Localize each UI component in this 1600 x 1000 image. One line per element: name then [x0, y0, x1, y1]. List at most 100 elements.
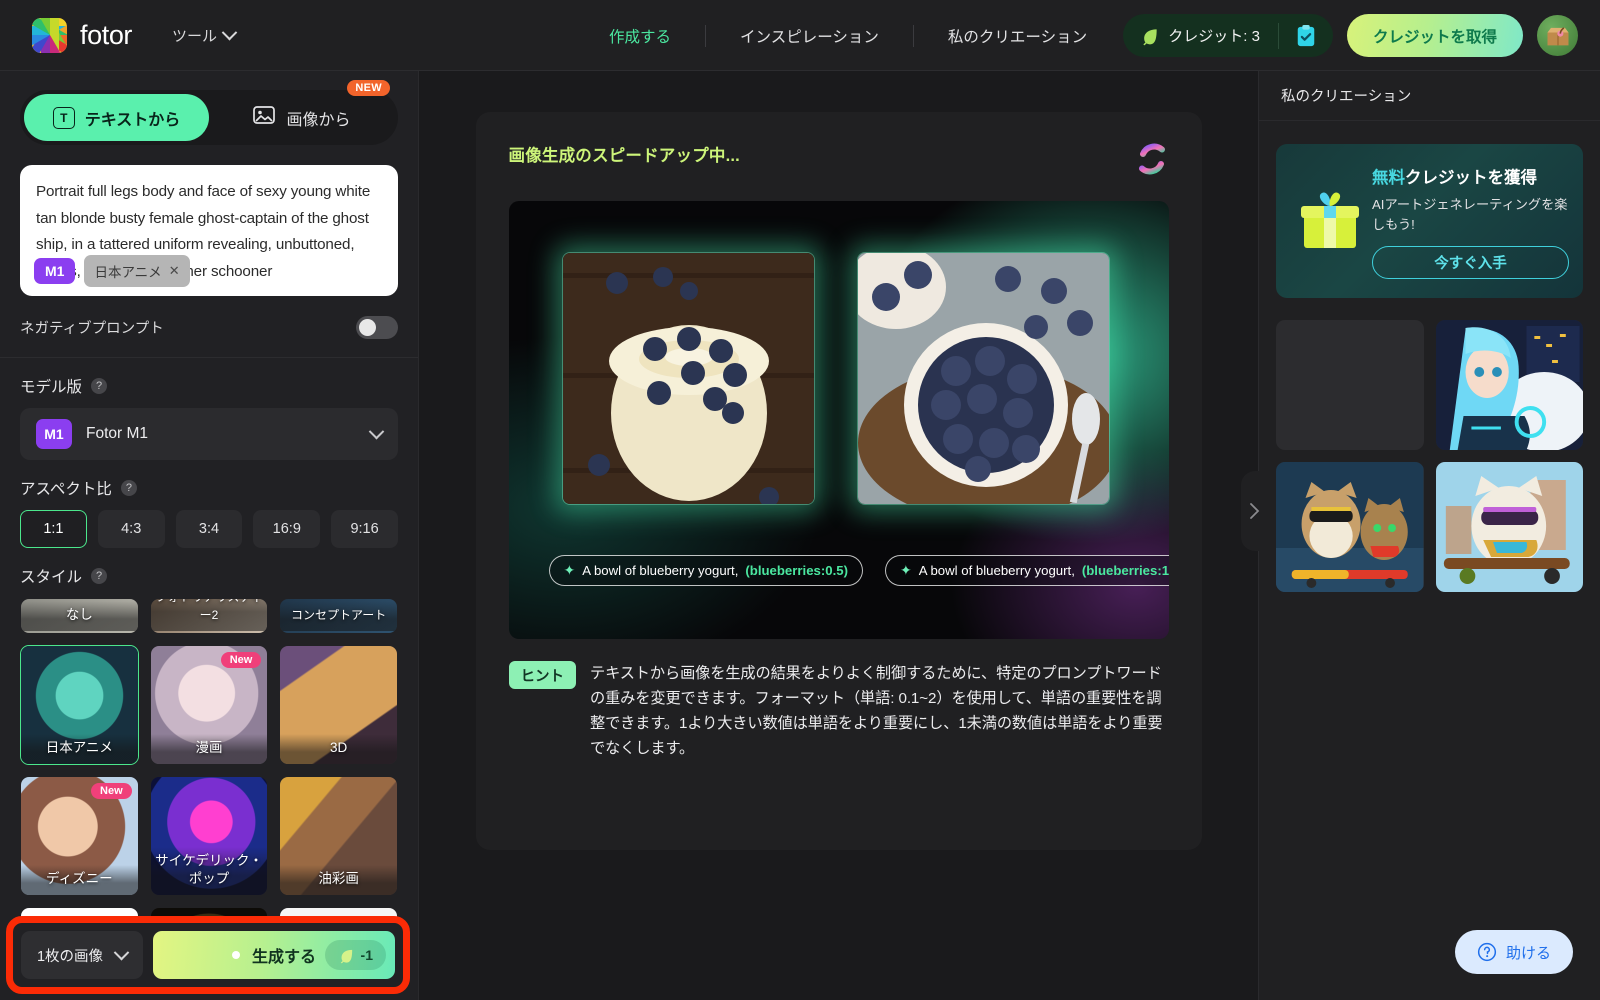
- negative-prompt-toggle[interactable]: [356, 315, 398, 339]
- tab-text-to-image[interactable]: T テキストから: [24, 94, 209, 141]
- header-right-actions: クレジット: 3 クレジットを取得: [1123, 0, 1578, 71]
- aspect-ratio-options: 1:1 4:3 3:4 16:9 9:16: [20, 510, 398, 548]
- free-credits-subtitle: AIアートジェネレーティングを楽しもう!: [1372, 196, 1568, 232]
- tools-menu-label: ツール: [172, 27, 218, 45]
- primary-nav: 作成する インスピレーション 私のクリエーション: [575, 0, 1121, 71]
- negative-prompt-row: ネガティブプロンプト: [20, 310, 398, 344]
- style-card-japanese-anime[interactable]: 日本アニメ: [20, 645, 139, 765]
- style-section-label: スタイル ?: [20, 565, 418, 587]
- collapse-panel-button[interactable]: [1241, 471, 1267, 551]
- style-card-oil-painting[interactable]: 油彩画: [279, 776, 398, 896]
- chevron-right-icon: [1249, 503, 1259, 519]
- chip-style[interactable]: 日本アニメ ✕: [84, 255, 190, 287]
- text-icon: T: [52, 106, 75, 129]
- brand-logo[interactable]: fotor: [32, 17, 133, 53]
- input-mode-tabs: T テキストから 画像から NEW: [20, 80, 398, 145]
- tab-image-to-image[interactable]: 画像から: [209, 94, 394, 141]
- gift-icon: [1296, 188, 1364, 254]
- credits-tasks-button[interactable]: [1279, 24, 1333, 48]
- help-button[interactable]: 助ける: [1454, 930, 1573, 974]
- help-button-label: 助ける: [1505, 944, 1551, 962]
- my-creations-header: 私のクリエーション: [1259, 71, 1600, 121]
- new-badge: NEW: [347, 80, 390, 96]
- demo-captions: ✦ A bowl of blueberry yogurt, (blueberri…: [548, 555, 1169, 586]
- nav-item-my-creations[interactable]: 私のクリエーション: [914, 25, 1121, 47]
- chevron-down-icon: [113, 944, 130, 960]
- credits-pill[interactable]: クレジット: 3: [1123, 14, 1333, 57]
- demo-caption-high: ✦ A bowl of blueberry yogurt, (blueberri…: [884, 555, 1169, 586]
- generate-action-bar: 1枚の画像 生成する -1: [6, 916, 410, 994]
- credits-display: クレジット: 3: [1123, 14, 1278, 57]
- leaf-icon: [340, 949, 352, 963]
- thumbnail-cat-sunglasses-skateboard[interactable]: [1435, 462, 1583, 592]
- demo-caption-low-weight: (blueberries:0.5): [745, 563, 848, 578]
- ratio-1-1[interactable]: 1:1: [20, 510, 87, 548]
- thumbnail-anime-cyborg-girl[interactable]: [1435, 320, 1583, 450]
- model-name: Fotor M1: [86, 425, 149, 442]
- style-card-psychedelic-pop[interactable]: サイケデリック・ポップ: [150, 776, 269, 896]
- generate-cost-label: -1: [360, 947, 373, 963]
- free-credits-highlight: 無料: [1372, 168, 1405, 187]
- user-avatar-box-icon: [1547, 26, 1568, 45]
- model-select[interactable]: M1 Fotor M1: [20, 408, 398, 460]
- tools-menu[interactable]: ツール: [172, 24, 238, 46]
- new-badge: New: [220, 652, 262, 668]
- style-card-none[interactable]: なし: [20, 598, 139, 634]
- ratio-4-3[interactable]: 4:3: [97, 510, 165, 548]
- style-card-photorealistic-2[interactable]: フォトリアリスティー2: [150, 598, 269, 634]
- hint-row: ヒント テキストから画像を生成の結果をよりよく制御するために、特定のプロンプトワ…: [508, 661, 1169, 761]
- avatar[interactable]: [1537, 15, 1578, 56]
- chip-model-m1[interactable]: M1: [34, 258, 76, 284]
- style-card-manga[interactable]: New 漫画: [150, 645, 269, 765]
- prompt-input[interactable]: Portrait full legs body and face of sexy…: [20, 165, 398, 296]
- free-credits-title: 無料クレジットを獲得: [1372, 164, 1569, 188]
- my-creations-title: 私のクリエーション: [1281, 89, 1412, 105]
- ratio-3-4[interactable]: 3:4: [175, 510, 243, 548]
- thumbnail-two-cats-skateboard[interactable]: [1276, 462, 1424, 592]
- demo-caption-low: ✦ A bowl of blueberry yogurt, (blueberri…: [548, 555, 863, 586]
- demo-caption-high-text: A bowl of blueberry yogurt,: [918, 563, 1075, 578]
- free-credits-card: 無料クレジットを獲得 AIアートジェネレーティングを楽しもう! 今すぐ入手: [1276, 144, 1583, 298]
- promo-title: 画像生成のスピードアップ中...: [508, 147, 740, 165]
- creation-thumbnails: [1276, 320, 1583, 592]
- nav-item-inspiration[interactable]: インスピレーション: [706, 25, 913, 47]
- get-credits-button[interactable]: クレジットを取得: [1346, 14, 1523, 57]
- style-card-label: コンセプトアート: [280, 601, 397, 631]
- gradient-spinner-icon: [1135, 142, 1169, 176]
- style-card-label: 油彩画: [280, 865, 397, 895]
- credits-label: クレジット: 3: [1168, 28, 1260, 45]
- style-card-concept-art[interactable]: コンセプトアート: [279, 598, 398, 634]
- style-card-3d[interactable]: 3D: [279, 645, 398, 765]
- image-count-select[interactable]: 1枚の画像: [21, 931, 143, 979]
- chevron-down-icon: [221, 24, 238, 40]
- negative-prompt-label: ネガティブプロンプト: [20, 320, 164, 337]
- help-icon[interactable]: ?: [91, 568, 108, 584]
- sparkle-icon: ✦: [563, 562, 576, 578]
- demo-image-yogurt-low-weight: [561, 252, 815, 505]
- section-divider: [0, 357, 418, 358]
- ratio-16-9[interactable]: 16:9: [253, 510, 321, 548]
- ratio-9-16[interactable]: 9:16: [331, 510, 398, 548]
- left-settings-sidebar: T テキストから 画像から NEW Portrait full legs bod…: [0, 71, 419, 1000]
- help-icon[interactable]: ?: [120, 480, 137, 496]
- close-icon[interactable]: ✕: [169, 263, 180, 279]
- style-card-disney[interactable]: New ディズニー: [20, 776, 139, 896]
- clipboard-check-icon: [1297, 24, 1315, 46]
- demo-caption-low-text: A bowl of blueberry yogurt,: [582, 563, 739, 578]
- brand-name: fotor: [80, 19, 133, 50]
- style-card-label: なし: [21, 601, 138, 631]
- tab-text-to-image-label: テキストから: [84, 111, 181, 129]
- style-card-label: サイケデリック・ポップ: [150, 847, 268, 895]
- help-icon[interactable]: ?: [91, 378, 108, 394]
- get-now-button[interactable]: 今すぐ入手: [1372, 245, 1569, 279]
- generate-button[interactable]: 生成する -1: [153, 931, 395, 979]
- style-grid: なし フォトリアリスティー2 コンセプトアート 日本アニメ New 漫画: [20, 598, 398, 968]
- generate-button-label: 生成する: [251, 949, 316, 966]
- aspect-ratio-section-label: アスペクト比 ?: [20, 477, 418, 499]
- thumbnail-placeholder[interactable]: [1276, 320, 1424, 450]
- fotor-color-wheel-logo-icon: [32, 17, 67, 53]
- new-badge: New: [91, 783, 132, 799]
- nav-item-create[interactable]: 作成する: [575, 25, 705, 47]
- image-icon: [252, 104, 276, 131]
- chip-style-label: 日本アニメ: [94, 265, 162, 280]
